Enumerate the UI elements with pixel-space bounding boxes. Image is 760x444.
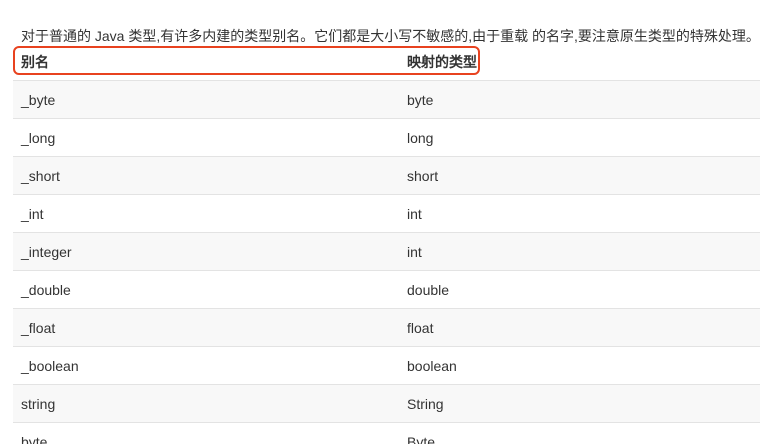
mapped-type-cell: int <box>399 194 760 233</box>
header-mapped-type: 映射的类型 <box>407 53 477 70</box>
alias-cell: _boolean <box>13 346 399 385</box>
table-row: _integer int <box>13 232 760 271</box>
alias-cell: byte <box>13 422 399 444</box>
table-row: string String <box>13 384 760 423</box>
alias-cell: _double <box>13 270 399 309</box>
alias-cell: string <box>13 384 399 423</box>
alias-cell: _float <box>13 308 399 347</box>
table-body: _byte byte _long long _short short _int … <box>13 80 760 444</box>
type-alias-table: 别名 映射的类型 _byte byte _long long _short sh… <box>13 43 760 444</box>
mapped-type-cell: String <box>399 384 760 423</box>
mapped-type-cell: double <box>399 270 760 309</box>
alias-cell: _integer <box>13 232 399 271</box>
mapped-type-cell: byte <box>399 80 760 119</box>
header-row: 别名 映射的类型 <box>13 43 760 81</box>
mapped-type-cell: Byte <box>399 422 760 444</box>
table-row: _float float <box>13 308 760 347</box>
table-row: _byte byte <box>13 80 760 119</box>
table-row: _double double <box>13 270 760 309</box>
table-row: _short short <box>13 156 760 195</box>
table-row: byte Byte <box>13 422 760 444</box>
table-row: _long long <box>13 118 760 157</box>
header-alias: 别名 <box>21 53 49 70</box>
mapped-type-cell: int <box>399 232 760 271</box>
mapped-type-cell: boolean <box>399 346 760 385</box>
alias-cell: _long <box>13 118 399 157</box>
table-row: _int int <box>13 194 760 233</box>
alias-cell: _int <box>13 194 399 233</box>
mapped-type-cell: long <box>399 118 760 157</box>
alias-cell: _byte <box>13 80 399 119</box>
mapped-type-cell: short <box>399 156 760 195</box>
table-row: _boolean boolean <box>13 346 760 385</box>
alias-cell: _short <box>13 156 399 195</box>
mapped-type-cell: float <box>399 308 760 347</box>
table-header: 别名 映射的类型 <box>13 43 760 81</box>
